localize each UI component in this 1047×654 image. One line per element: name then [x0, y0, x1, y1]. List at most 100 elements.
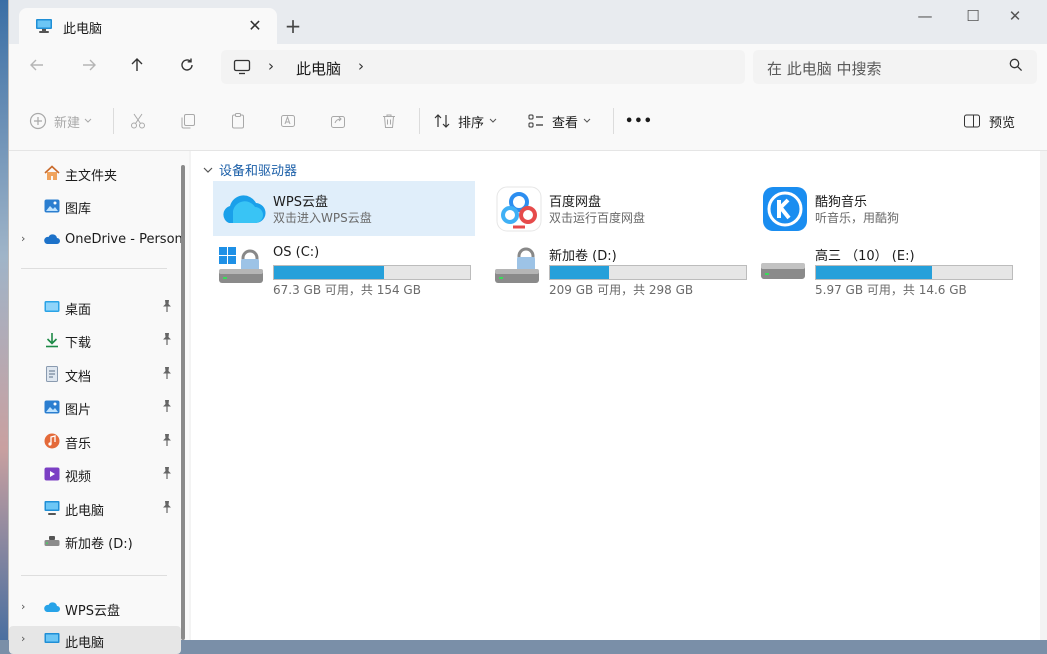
drive-usage-fill [550, 266, 609, 279]
group-header-devices[interactable]: 设备和驱动器 [203, 160, 297, 179]
share-icon [331, 116, 345, 128]
sidebar-item-label: 图片 [65, 403, 92, 418]
drive-d[interactable]: 新加卷 (D:) 209 GB 可用，共 298 GB [489, 243, 751, 297]
computer-icon [43, 631, 61, 649]
pin-icon[interactable] [161, 466, 173, 484]
group-title: 设备和驱动器 [219, 164, 298, 179]
drive-c[interactable]: OS (C:) 67.3 GB 可用，共 154 GB [213, 243, 475, 297]
back-button[interactable] [23, 56, 51, 80]
close-window-button[interactable]: ✕ [992, 6, 1038, 26]
drive-usage-bar [549, 265, 747, 280]
sort-button[interactable]: 排序 [433, 110, 497, 132]
chevron-down-icon [203, 167, 213, 173]
computer-icon [35, 18, 53, 38]
maximize-button[interactable]: ☐ [950, 6, 996, 26]
new-tab-button[interactable]: + [281, 14, 305, 38]
onedrive-icon [43, 231, 61, 249]
cloud-icon [43, 599, 61, 617]
desktop-icon [43, 298, 61, 316]
sidebar-item-pictures[interactable]: 图片 [9, 393, 181, 421]
drive-icon [43, 532, 61, 550]
delete-button[interactable] [380, 110, 398, 132]
tab-close-button[interactable]: ✕ [243, 14, 267, 38]
rename-button[interactable] [279, 110, 297, 132]
sidebar-divider [21, 575, 167, 576]
arrow-up-icon [131, 58, 143, 71]
sidebar-item-wps-cloud[interactable]: › WPS云盘 [9, 594, 181, 622]
sidebar-item-downloads[interactable]: 下载 [9, 326, 181, 354]
sidebar-item-label: WPS云盘 [65, 604, 120, 619]
kugou-music-icon [761, 185, 809, 233]
sidebar-item-desktop[interactable]: 桌面 [9, 293, 181, 321]
video-icon [43, 465, 61, 483]
sidebar-item-videos[interactable]: 视频 [9, 460, 181, 488]
preview-pane-button[interactable]: 预览 [963, 110, 1015, 132]
pin-icon[interactable] [161, 299, 173, 317]
drive-usage-fill [816, 266, 932, 279]
sidebar-scrollbar[interactable] [181, 165, 185, 640]
arrow-left-icon [30, 59, 43, 71]
sidebar-item-documents[interactable]: 文档 [9, 360, 181, 388]
drive-free-space: 209 GB 可用，共 298 GB [549, 283, 694, 297]
arrow-right-icon [83, 59, 96, 71]
chevron-right-icon[interactable]: › [21, 600, 25, 613]
toolbar-divider [113, 108, 114, 134]
sidebar-item-label: 下载 [65, 336, 92, 351]
new-button[interactable]: 新建 [29, 110, 92, 132]
file-explorer-window: 此电脑 ✕ + — ☐ ✕ › 此电脑 › 在 此电脑 中搜索 新建 排序 查看… [8, 0, 1047, 654]
breadcrumb-this-pc[interactable]: 此电脑 [296, 58, 341, 79]
pin-icon[interactable] [161, 332, 173, 350]
pin-icon[interactable] [161, 366, 173, 384]
tab-title: 此电脑 [63, 22, 103, 37]
minimize-button[interactable]: — [902, 6, 948, 26]
breadcrumb-separator[interactable]: › [358, 57, 364, 75]
drive-free-space: 67.3 GB 可用，共 154 GB [273, 283, 421, 297]
address-bar[interactable]: › 此电脑 › [221, 50, 745, 84]
sidebar-item-gallery[interactable]: 图库 [9, 192, 181, 220]
sidebar-item-drive-d[interactable]: 新加卷 (D:) [9, 527, 181, 555]
view-button[interactable]: 查看 [527, 110, 591, 132]
up-button[interactable] [123, 56, 151, 80]
copy-button[interactable] [179, 110, 197, 132]
sidebar-item-music[interactable]: 音乐 [9, 427, 181, 455]
sidebar-item-onedrive[interactable]: › OneDrive - Person [9, 226, 183, 254]
forward-button[interactable] [75, 56, 103, 80]
chevron-right-icon[interactable]: › [21, 232, 25, 245]
cut-button[interactable] [129, 110, 147, 132]
sidebar-item-home[interactable]: 主文件夹 [9, 159, 181, 187]
home-icon [43, 164, 61, 182]
paste-button[interactable] [229, 110, 247, 132]
document-icon [43, 365, 61, 383]
sidebar-item-label: 桌面 [65, 303, 92, 318]
chevron-down-icon [583, 118, 591, 123]
drive-free-space: 5.97 GB 可用，共 14.6 GB [815, 283, 967, 297]
pin-icon[interactable] [161, 500, 173, 518]
sidebar-item-this-pc[interactable]: › 此电脑 [9, 626, 181, 654]
search-input[interactable]: 在 此电脑 中搜索 [753, 50, 1037, 84]
tab-this-pc[interactable]: 此电脑 ✕ [19, 8, 277, 44]
command-bar: 新建 排序 查看 ••• 预览 [9, 92, 1047, 151]
tile-wps-cloud[interactable]: WPS云盘 双击进入WPS云盘 [213, 181, 475, 236]
chevron-down-icon[interactable]: › [21, 632, 25, 645]
sidebar-item-label: 主文件夹 [65, 169, 118, 184]
tile-baidu-netdisk[interactable]: 百度网盘 双击运行百度网盘 [489, 181, 751, 236]
toolbar-divider [613, 108, 614, 134]
new-label: 新建 [54, 115, 81, 131]
breadcrumb-separator[interactable]: › [268, 57, 274, 75]
monitor-icon [233, 59, 251, 79]
view-list-icon [528, 114, 543, 128]
tile-name: 百度网盘 [549, 195, 602, 210]
wps-cloud-icon [219, 185, 267, 233]
tile-kugou-music[interactable]: 酷狗音乐 听音乐，用酷狗 [755, 181, 1017, 236]
pin-icon[interactable] [161, 399, 173, 417]
pictures-icon [43, 398, 61, 416]
sidebar-item-this-pc-quick[interactable]: 此电脑 [9, 494, 181, 522]
drive-usage-bar [273, 265, 471, 280]
locked-drive-icon [493, 245, 541, 289]
refresh-button[interactable] [173, 56, 201, 80]
drive-e[interactable]: 高三 （10） (E:) 5.97 GB 可用，共 14.6 GB [755, 243, 1017, 297]
pin-icon[interactable] [161, 433, 173, 451]
sidebar-item-label: 此电脑 [65, 504, 105, 519]
more-options-button[interactable]: ••• [625, 110, 653, 132]
share-button[interactable] [329, 110, 347, 132]
